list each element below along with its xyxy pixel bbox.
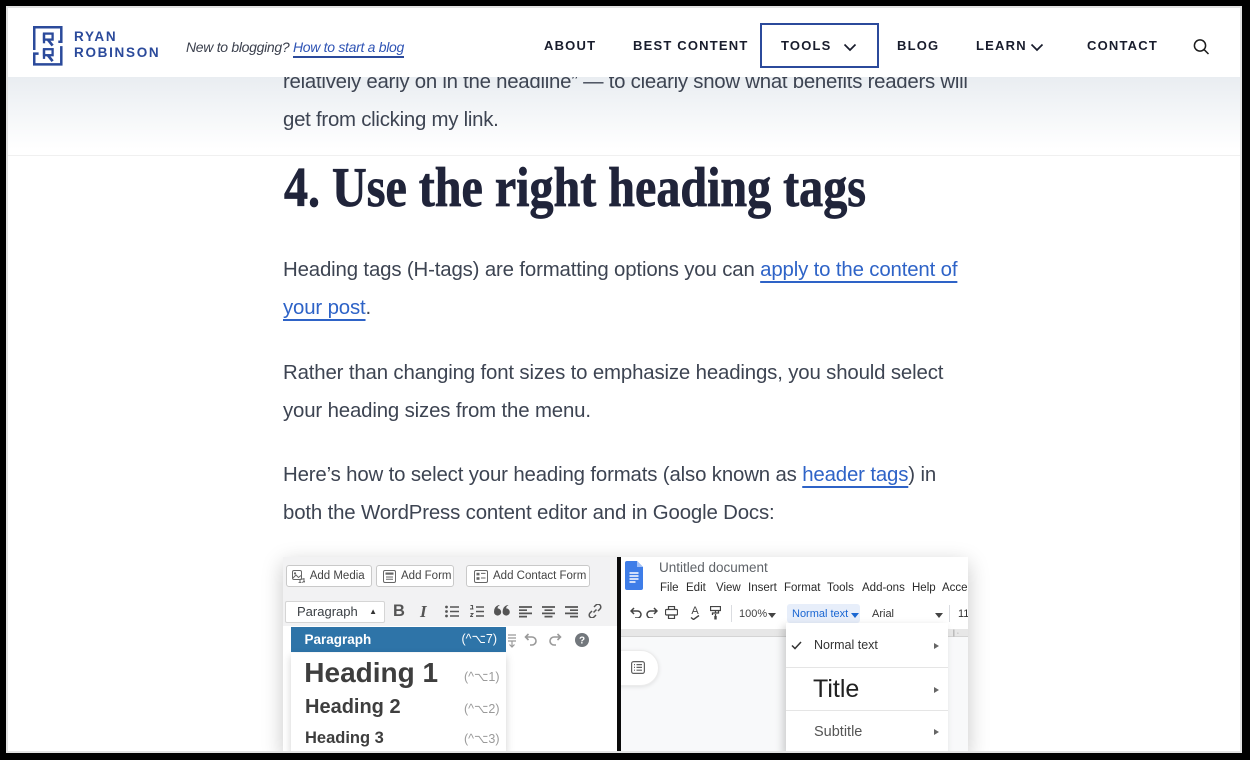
svg-text:A: A bbox=[691, 605, 699, 617]
svg-text:?: ? bbox=[579, 636, 585, 647]
